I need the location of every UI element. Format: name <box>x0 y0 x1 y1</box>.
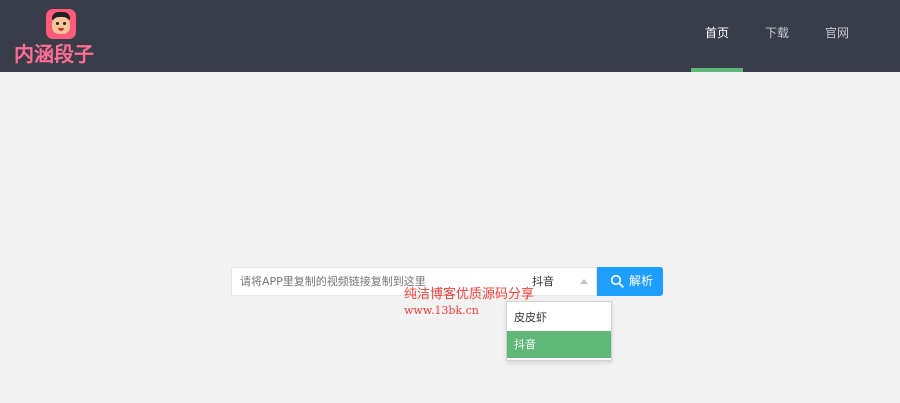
nav-item-label: 下载 <box>764 26 789 40</box>
dropdown-option-douyin[interactable]: 抖音 <box>507 331 611 358</box>
platform-select[interactable]: 抖音 <box>525 268 596 295</box>
app-logo[interactable]: 内涵段子 <box>14 8 110 66</box>
nav-item-label: 首页 <box>704 26 729 40</box>
top-header: 内涵段子 首页 下载 官网 <box>0 0 900 72</box>
watermark-text: 纯洁博客优质源码分享 <box>404 287 535 302</box>
platform-select-value: 抖音 <box>532 275 554 288</box>
caret-up-icon <box>580 279 588 284</box>
nav-item-download[interactable]: 下载 <box>751 0 803 72</box>
nav-active-indicator <box>691 68 743 72</box>
search-icon <box>610 274 624 288</box>
logo-text: 内涵段子 <box>14 42 94 66</box>
nav-item-label: 官网 <box>824 26 849 40</box>
dropdown-option-pipixia[interactable]: 皮皮虾 <box>507 304 611 331</box>
nav-item-home[interactable]: 首页 <box>691 0 743 72</box>
logo-face-icon <box>46 9 76 39</box>
platform-dropdown: 皮皮虾 抖音 <box>506 301 612 361</box>
nav-item-official-site[interactable]: 官网 <box>811 0 863 72</box>
parse-button-label: 解析 <box>629 274 654 288</box>
parse-button[interactable]: 解析 <box>597 267 663 296</box>
watermark-url: www.13bk.cn <box>404 304 479 317</box>
